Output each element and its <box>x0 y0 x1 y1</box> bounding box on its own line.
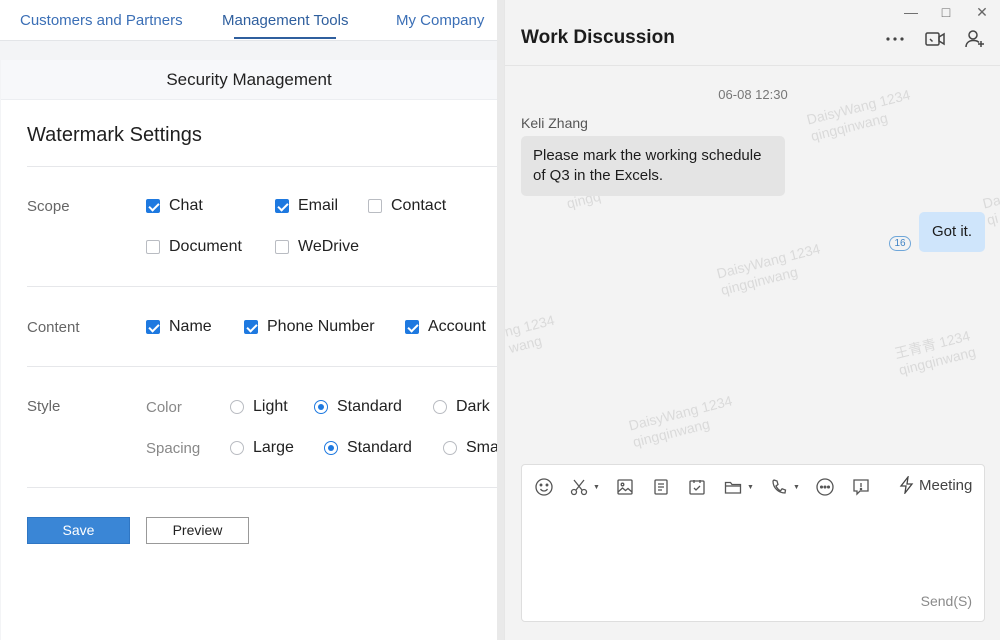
tab-my-company[interactable]: My Company <box>396 12 484 29</box>
color-light-radio[interactable]: Light <box>230 398 288 416</box>
chevron-down-icon: ▼ <box>747 483 754 491</box>
window-separator <box>497 0 504 640</box>
preview-button[interactable]: Preview <box>146 517 249 544</box>
spacing-label: Spacing <box>146 440 201 457</box>
radio-unselected-icon <box>230 400 244 414</box>
checkbox-checked-icon <box>146 199 160 213</box>
content-phone-number-checkbox[interactable]: Phone Number <box>244 318 375 336</box>
scope-contact-checkbox[interactable]: Contact <box>368 197 446 215</box>
option-label: Phone Number <box>267 318 375 335</box>
meeting-label: Meeting <box>919 476 973 494</box>
image-icon[interactable] <box>615 476 635 498</box>
send-button[interactable]: Send(S) <box>921 593 972 609</box>
add-member-icon[interactable] <box>963 27 987 51</box>
outgoing-message-bubble[interactable]: Got it. <box>919 212 985 252</box>
radio-unselected-icon <box>230 441 244 455</box>
tab-management-tools[interactable]: Management Tools <box>222 12 348 39</box>
radio-selected-icon <box>324 441 338 455</box>
option-label: Sma <box>466 439 497 456</box>
maximize-button[interactable]: □ <box>937 3 955 21</box>
option-label: Dark <box>456 398 490 415</box>
sender-name: Keli Zhang <box>521 115 588 131</box>
checkbox-unchecked-icon <box>146 240 160 254</box>
emoji-icon[interactable] <box>534 476 554 498</box>
chevron-down-icon: ▼ <box>593 483 600 491</box>
chat-header: — □ ✕ Work Discussion <box>505 0 1000 66</box>
section-title: Security Management <box>1 60 497 100</box>
checkbox-unchecked-icon <box>368 199 382 213</box>
option-label: Contact <box>391 197 447 214</box>
read-receipt-badge[interactable]: 16 <box>889 236 911 251</box>
message-composer[interactable]: ▼ ▼ ▼ Meeting Send(S) <box>521 464 985 622</box>
security-management-card: Security Management Watermark Settings S… <box>1 60 497 640</box>
task-icon[interactable] <box>687 476 707 498</box>
option-label: Chat <box>169 197 203 214</box>
option-label: Email <box>298 197 339 214</box>
folder-icon[interactable]: ▼ <box>723 476 754 498</box>
content-account-checkbox[interactable]: Account <box>405 318 486 336</box>
checkbox-checked-icon <box>146 320 160 334</box>
message-timestamp: 06-08 12:30 <box>718 87 788 102</box>
watermark-text: DaisyWang 1234 qingqinwang <box>715 240 822 299</box>
scope-document-checkbox[interactable]: Document <box>146 238 242 256</box>
divider <box>27 487 497 488</box>
option-label: Standard <box>347 439 412 456</box>
checkbox-checked-icon <box>244 320 258 334</box>
style-label: Style <box>27 398 61 415</box>
chevron-down-icon: ▼ <box>793 483 800 491</box>
watermark-text: ng 1234 wang <box>504 311 556 357</box>
option-label: Light <box>253 398 288 415</box>
close-button[interactable]: ✕ <box>973 3 991 21</box>
checkbox-checked-icon <box>405 320 419 334</box>
radio-unselected-icon <box>433 400 447 414</box>
checkbox-checked-icon <box>275 199 289 213</box>
lightning-icon <box>899 476 914 494</box>
divider <box>27 166 497 167</box>
divider <box>27 286 497 287</box>
more-icon[interactable] <box>883 27 907 51</box>
minimize-button[interactable]: — <box>902 3 920 21</box>
scope-label: Scope <box>27 198 70 215</box>
more-apps-icon[interactable] <box>815 476 835 498</box>
tab-customers-and-partners[interactable]: Customers and Partners <box>20 12 183 29</box>
top-navigation: Customers and Partners Management Tools … <box>0 0 497 41</box>
content-label: Content <box>27 319 80 336</box>
scope-wedrive-checkbox[interactable]: WeDrive <box>275 238 359 256</box>
option-label: WeDrive <box>298 238 360 255</box>
watermark-text: DaisyWang 1234 qingqinwang <box>627 392 734 451</box>
radio-selected-icon <box>314 400 328 414</box>
scope-chat-checkbox[interactable]: Chat <box>146 197 203 215</box>
meeting-button[interactable]: Meeting <box>899 476 972 494</box>
radio-unselected-icon <box>443 441 457 455</box>
spacing-standard-radio[interactable]: Standard <box>324 439 412 457</box>
checkbox-unchecked-icon <box>275 240 289 254</box>
option-label: Standard <box>337 398 402 415</box>
option-label: Document <box>169 238 242 255</box>
color-dark-radio[interactable]: Dark <box>433 398 490 416</box>
video-call-icon[interactable] <box>923 27 947 51</box>
document-icon[interactable] <box>651 476 671 498</box>
reminder-icon[interactable] <box>851 476 871 498</box>
incoming-message-bubble[interactable]: Please mark the working schedule of Q3 i… <box>521 136 785 196</box>
spacing-large-radio[interactable]: Large <box>230 439 294 457</box>
option-label: Name <box>169 318 212 335</box>
divider <box>27 366 497 367</box>
save-button[interactable]: Save <box>27 517 130 544</box>
phone-icon[interactable]: ▼ <box>769 476 800 498</box>
screenshot-icon[interactable]: ▼ <box>569 476 600 498</box>
watermark-text: 王青青 1234 qingqinwang <box>893 327 978 379</box>
color-standard-radio[interactable]: Standard <box>314 398 402 416</box>
content-name-checkbox[interactable]: Name <box>146 318 212 336</box>
color-label: Color <box>146 399 182 416</box>
option-label: Large <box>253 439 294 456</box>
option-label: Account <box>428 318 486 335</box>
chat-title: Work Discussion <box>521 27 675 48</box>
admin-console-pane: Customers and Partners Management Tools … <box>0 0 497 640</box>
watermark-settings-title: Watermark Settings <box>27 124 202 146</box>
scope-email-checkbox[interactable]: Email <box>275 197 338 215</box>
chat-window: DaisyWang 1234 qingqinwang DaisyWang 1234… <box>504 0 1000 640</box>
spacing-small-radio[interactable]: Sma <box>443 439 497 457</box>
